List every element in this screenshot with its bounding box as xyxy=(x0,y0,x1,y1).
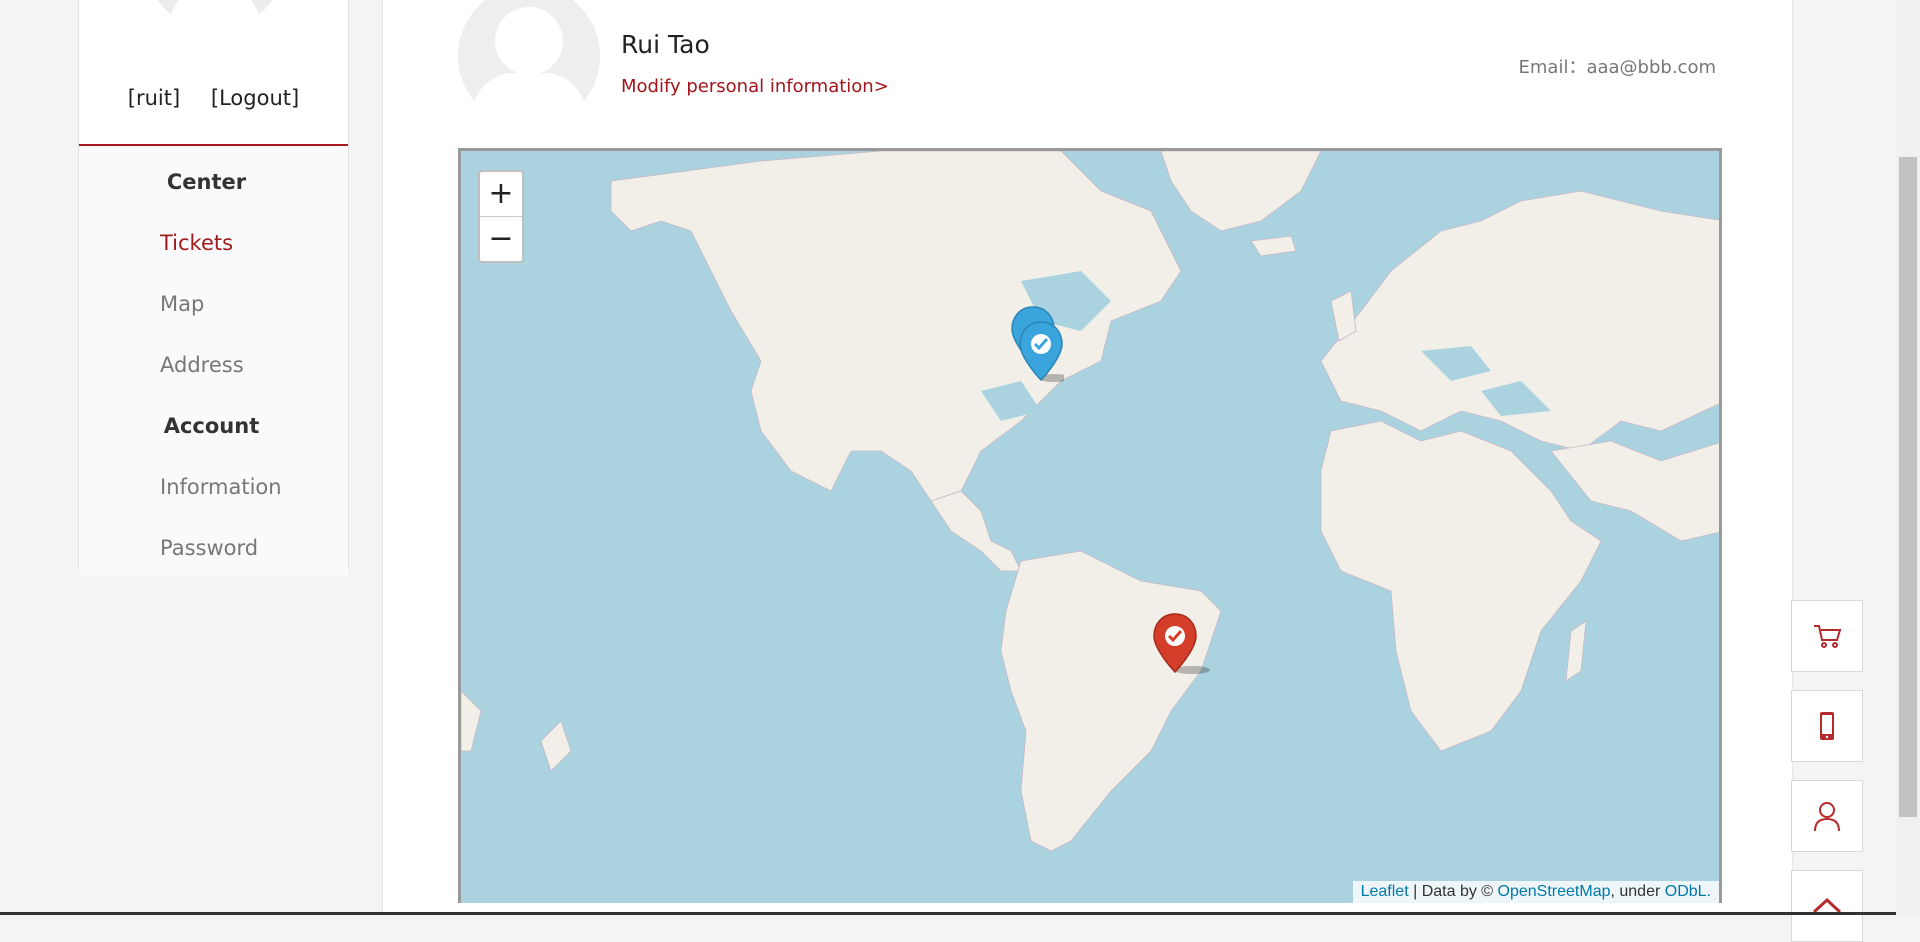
sidebar-user-box: [ruit] [Logout] xyxy=(79,0,348,146)
sidebar-item-tickets[interactable]: Tickets xyxy=(79,213,348,274)
menu-group-center: Center xyxy=(166,170,247,194)
sidebar-item-map[interactable]: Map xyxy=(79,274,348,335)
user-icon xyxy=(1814,802,1840,832)
main-panel: Rui Tao Modify personal information> Ema… xyxy=(382,0,1793,915)
profile-name: Rui Tao xyxy=(621,30,710,59)
zoom-out-button[interactable]: − xyxy=(480,216,522,261)
world-map-tiles xyxy=(461,151,1719,903)
modify-info-link[interactable]: Modify personal information> xyxy=(621,76,889,97)
page-scrollbar[interactable] xyxy=(1896,0,1920,915)
back-to-top-button[interactable] xyxy=(1791,870,1863,942)
odbl-link[interactable]: ODbL. xyxy=(1665,883,1711,900)
username-link[interactable]: [ruit] xyxy=(128,86,180,110)
map-view[interactable]: + − Leaflet | Data by © OpenStreetMap, u… xyxy=(458,148,1722,903)
sidebar-item-password[interactable]: Password xyxy=(79,518,348,579)
attribution-under: , under xyxy=(1610,883,1665,900)
zoom-in-button[interactable]: + xyxy=(480,172,522,216)
osm-link[interactable]: OpenStreetMap xyxy=(1498,883,1611,900)
zoom-control: + − xyxy=(478,170,524,263)
avatar xyxy=(145,0,285,60)
profile-email: Email：aaa@bbb.com xyxy=(1518,57,1716,78)
sidebar-item-information[interactable]: Information xyxy=(79,457,348,518)
map-attribution: Leaflet | Data by © OpenStreetMap, under… xyxy=(1352,881,1719,903)
mobile-button[interactable] xyxy=(1791,690,1863,762)
marker-brazil[interactable] xyxy=(1152,612,1210,674)
cart-icon xyxy=(1814,625,1842,648)
scrollbar-thumb[interactable] xyxy=(1899,157,1917,817)
marker-north-america-2[interactable] xyxy=(1018,320,1070,382)
sidebar-item-address[interactable]: Address xyxy=(79,335,348,396)
menu-group-account: Account xyxy=(163,414,260,438)
mobile-icon xyxy=(1820,712,1834,740)
cart-button[interactable] xyxy=(1791,600,1863,672)
user-button[interactable] xyxy=(1791,780,1863,852)
chevron-up-icon xyxy=(1812,897,1842,914)
user-links: [ruit] [Logout] xyxy=(79,86,348,110)
sidebar-menu: Center Tickets Map Address Account Infor… xyxy=(79,146,348,576)
profile-avatar xyxy=(458,0,600,127)
attribution-sep: | Data by © xyxy=(1408,883,1498,900)
leaflet-link[interactable]: Leaflet xyxy=(1361,883,1409,900)
sidebar: [ruit] [Logout] Center Tickets Map Addre… xyxy=(78,0,349,576)
logout-link[interactable]: [Logout] xyxy=(211,86,299,110)
